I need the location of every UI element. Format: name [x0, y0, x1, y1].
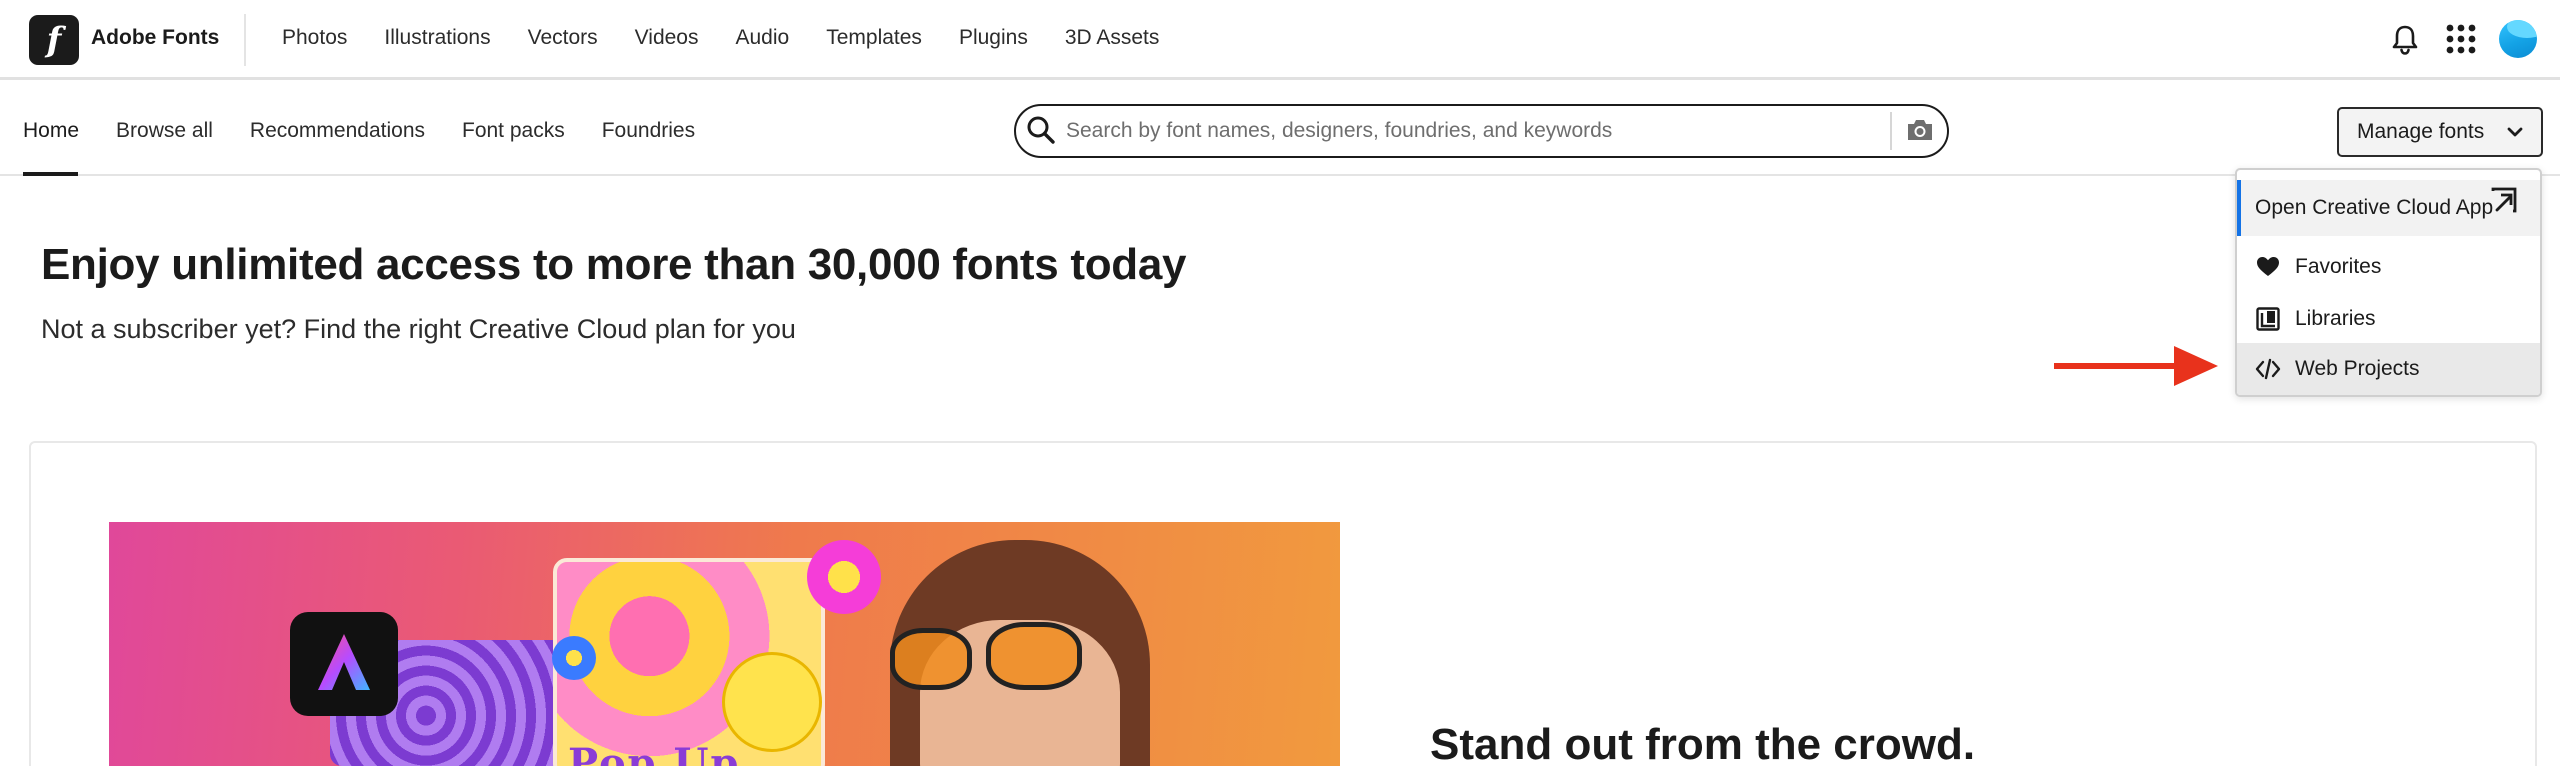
- brand-name[interactable]: Adobe Fonts: [91, 26, 219, 50]
- manage-fonts-label: Manage fonts: [2357, 120, 2485, 143]
- library-icon: [2256, 307, 2280, 331]
- global-nav: Photos Illustrations Vectors Videos Audi…: [282, 26, 1196, 50]
- tab-font-packs[interactable]: Font packs: [462, 119, 565, 143]
- menu-item-label: Libraries: [2295, 307, 2376, 330]
- bell-icon[interactable]: [2391, 24, 2419, 56]
- menu-item-label: Favorites: [2295, 255, 2382, 278]
- logo-letter: f: [46, 20, 62, 60]
- flower-sticker: [552, 636, 596, 680]
- avatar[interactable]: [2499, 20, 2537, 58]
- header-divider: [244, 14, 246, 66]
- code-icon: [2255, 358, 2281, 380]
- flower-sticker: [807, 540, 881, 614]
- search-icon: [1027, 116, 1055, 144]
- page-title: Enjoy unlimited access to more than 30,0…: [41, 240, 1187, 289]
- tab-foundries[interactable]: Foundries: [602, 119, 695, 143]
- red-arrow-icon: [2054, 346, 2218, 386]
- adobe-express-logo-icon: [318, 634, 370, 690]
- nav-link-plugins[interactable]: Plugins: [959, 26, 1028, 50]
- menu-item-favorites[interactable]: Favorites: [2237, 241, 2540, 293]
- nav-link-3d-assets[interactable]: 3D Assets: [1065, 26, 1160, 50]
- poster-text: Pop Up: [568, 740, 741, 766]
- global-header: f Adobe Fonts Photos Illustrations Vecto…: [0, 0, 2560, 80]
- hero-subtitle[interactable]: Not a subscriber yet? Find the right Cre…: [41, 314, 796, 345]
- open-external-icon: [2491, 187, 2517, 213]
- nav-link-videos[interactable]: Videos: [635, 26, 699, 50]
- search-input[interactable]: [1066, 106, 1886, 156]
- tab-browse-all[interactable]: Browse all: [116, 119, 213, 143]
- tab-recommendations[interactable]: Recommendations: [250, 119, 425, 143]
- adobe-fonts-logo-icon[interactable]: f: [29, 15, 79, 65]
- nav-link-templates[interactable]: Templates: [826, 26, 922, 50]
- smiley-sticker: [722, 652, 822, 752]
- heart-icon: [2257, 257, 2279, 276]
- search-divider: [1890, 112, 1892, 150]
- nav-link-illustrations[interactable]: Illustrations: [384, 26, 490, 50]
- nav-link-audio[interactable]: Audio: [736, 26, 790, 50]
- app-grid-icon[interactable]: [2446, 24, 2476, 54]
- menu-item-libraries[interactable]: Libraries: [2237, 293, 2540, 345]
- active-tab-indicator: [23, 172, 78, 176]
- chevron-down-icon: [2507, 127, 2523, 137]
- nav-link-photos[interactable]: Photos: [282, 26, 347, 50]
- sunglasses: [890, 628, 972, 690]
- sunglasses: [986, 622, 1082, 690]
- subnav-tabs: Home Browse all Recommendations Font pac…: [23, 119, 732, 143]
- menu-item-web-projects[interactable]: Web Projects: [2237, 343, 2540, 395]
- promo-title: Stand out from the crowd.: [1430, 720, 1976, 766]
- tab-home[interactable]: Home: [23, 119, 79, 143]
- camera-icon[interactable]: [1905, 117, 1935, 143]
- menu-item-label: Web Projects: [2295, 357, 2420, 380]
- menu-item-label: Open Creative Cloud App: [2255, 196, 2494, 219]
- nav-link-vectors[interactable]: Vectors: [528, 26, 598, 50]
